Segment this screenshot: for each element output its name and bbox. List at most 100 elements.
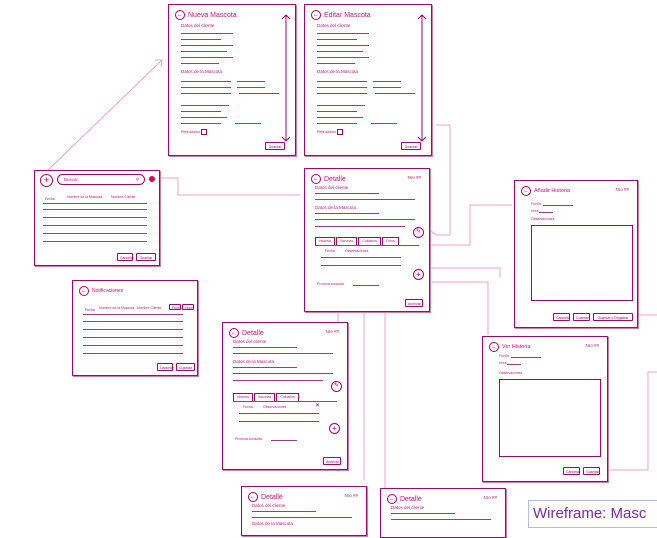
col-observaciones: Observaciones [345, 249, 369, 253]
cancel-button[interactable]: Cancelar [563, 467, 580, 475]
section-pet-data: Datos de la Mascota [181, 69, 223, 74]
scroll-arrow [281, 14, 291, 142]
section-pet-data: Datos de la Mascota [315, 205, 357, 210]
field-fecha: Fecha [531, 202, 541, 206]
cancel-button[interactable]: Cancelar [553, 313, 570, 321]
frame-title: Notificaciones [92, 288, 124, 294]
section-client-data: Datos del cliente [391, 505, 425, 510]
record-number: Nro ## [483, 495, 497, 500]
frame-detalle-2: ← Detalle Nro ## Datos del cliente Datos… [222, 322, 348, 470]
col-fecha: Fecha [243, 405, 253, 409]
col-cliente: Nombre Cliente [111, 195, 136, 199]
filter-button[interactable]: Hora [182, 304, 194, 310]
checkbox[interactable] [337, 129, 344, 135]
field-fecha: Fecha [499, 354, 509, 358]
section-client-data: Datos del cliente [252, 503, 286, 508]
section-pet-data: Datos de la Mascota [252, 521, 294, 526]
save-button[interactable]: Guardar [265, 142, 285, 150]
back-arrow-icon[interactable]: ← [79, 286, 89, 296]
next-visit: Proxima consulta [235, 437, 262, 441]
frame-title: Detalle [324, 175, 346, 183]
section-client-data: Datos del cliente [317, 23, 351, 28]
frame-notificaciones: ← Notificaciones Fecha Nombre de la Masc… [72, 280, 198, 376]
wireframe-caption: Wireframe: Masc [528, 500, 657, 528]
section-client-data: Datos del cliente [181, 23, 215, 28]
back-arrow-icon[interactable]: ← [387, 494, 397, 504]
section-pet-data: Datos de la Mascota [317, 69, 359, 74]
back-arrow-icon[interactable]: ← [175, 10, 185, 20]
connector-detail-to-add-history [430, 204, 512, 246]
scroll-arrow [417, 14, 427, 142]
back-arrow-icon[interactable]: ← [311, 174, 321, 184]
frame-title: Nueva Mascota [188, 11, 237, 19]
field-hora: Hora [531, 209, 539, 213]
col-fecha: Fecha [325, 249, 335, 253]
frame-ver-historia: ← Ver Historia Nro ## Fecha Hora Observa… [482, 336, 608, 482]
archive-button[interactable]: Archivar [323, 457, 341, 465]
back-arrow-icon[interactable]: ← [229, 328, 239, 338]
record-number: Nro ## [585, 343, 599, 348]
record-number: Nro ## [615, 187, 629, 192]
back-arrow-icon[interactable]: ← [489, 342, 499, 352]
section-pet-data: Datos de la Mascota [233, 359, 275, 364]
back-arrow-icon[interactable]: ← [311, 10, 321, 20]
search-input[interactable]: Buscar ⚲ [57, 174, 145, 185]
pencil-icon[interactable]: ✎ [413, 227, 424, 238]
section-client-data: Datos del cliente [233, 339, 267, 344]
field-hora: Hora [499, 361, 507, 365]
frame-anadir-historia: ← Añadir Historia Nro ## Fecha Hora Obse… [514, 180, 638, 328]
frame-nueva-mascota: ← Nueva Mascota Datos del cliente Datos … [168, 4, 296, 156]
frame-detalle-3: ← Detalle Nro ## Datos del cliente Datos… [241, 486, 367, 536]
record-number: Nro ## [344, 493, 358, 498]
checkbox[interactable] [201, 129, 208, 135]
frame-title: Detalle [261, 493, 283, 501]
frame-title: Editar Mascota [324, 11, 371, 19]
plus-icon[interactable]: + [40, 174, 53, 187]
frame-detalle-4: ← Detalle Nro ## Datos del cliente [380, 488, 506, 538]
frame-title: Detalle [400, 495, 422, 503]
frame-editar-mascota: ← Editar Mascota Datos del cliente Datos… [304, 4, 432, 156]
save-button[interactable]: Guardar [176, 363, 195, 371]
col-fecha: Fecha [45, 197, 55, 201]
back-arrow-icon[interactable]: ← [521, 186, 531, 196]
filter-button[interactable]: Fecha [169, 304, 182, 310]
save-and-register-button[interactable]: Guardar y Registrar [593, 313, 633, 321]
frame-title: Ver Historia [502, 344, 531, 350]
magnifier-icon[interactable]: ⚲ [136, 175, 139, 184]
frame-buscar: + Buscar ⚲ Fecha Nombre de la Mascota Nom… [34, 170, 160, 266]
record-number: Nro ## [407, 175, 421, 180]
col-fecha: Fecha [85, 308, 95, 312]
col-nombre: Nombre de la Mascota [99, 306, 135, 310]
connector-search-to-detail [150, 177, 300, 196]
pencil-icon[interactable]: ✎ [331, 381, 342, 392]
record-number: Nro ## [325, 329, 339, 334]
observations-textarea[interactable] [531, 225, 633, 301]
field-reproductor: Reproductor [181, 129, 208, 135]
section-client-data: Datos del cliente [315, 185, 349, 190]
next-visit: Proxima consulta [317, 282, 344, 286]
field-observaciones: Observaciones [531, 217, 555, 221]
save-button[interactable]: Guardar [573, 313, 590, 321]
connector-search-to-new [47, 59, 163, 171]
connector-detail-to-edit [429, 124, 451, 236]
col-observaciones: Observaciones [263, 405, 287, 409]
frame-title: Detalle [242, 329, 264, 337]
plus-icon[interactable]: + [413, 269, 424, 280]
save-button[interactable]: Guardar [583, 467, 600, 475]
col-nombre: Nombre de la Mascota [67, 195, 103, 199]
connector-detail-to-view-history [432, 281, 489, 335]
cancel-button[interactable]: Cancelar [117, 253, 134, 261]
plus-icon[interactable]: + [329, 423, 340, 434]
cancel-button[interactable]: Cancelar [157, 363, 174, 371]
frame-title: Añadir Historia [534, 188, 571, 194]
notification-dot-icon[interactable] [149, 176, 155, 182]
back-arrow-icon[interactable]: ← [248, 492, 258, 502]
archive-button[interactable]: Archivar [405, 299, 423, 307]
close-icon[interactable]: ✕ [315, 402, 320, 409]
connector-view-history-out [610, 371, 657, 471]
save-button[interactable]: Guardar [136, 253, 156, 261]
save-button[interactable]: Guardar [401, 142, 421, 150]
frame-detalle-main: ← Detalle Nro ## Datos del cliente Datos… [304, 168, 430, 312]
field-observaciones: Observaciones [499, 371, 523, 375]
field-reproductor: Reproductor [317, 129, 344, 135]
